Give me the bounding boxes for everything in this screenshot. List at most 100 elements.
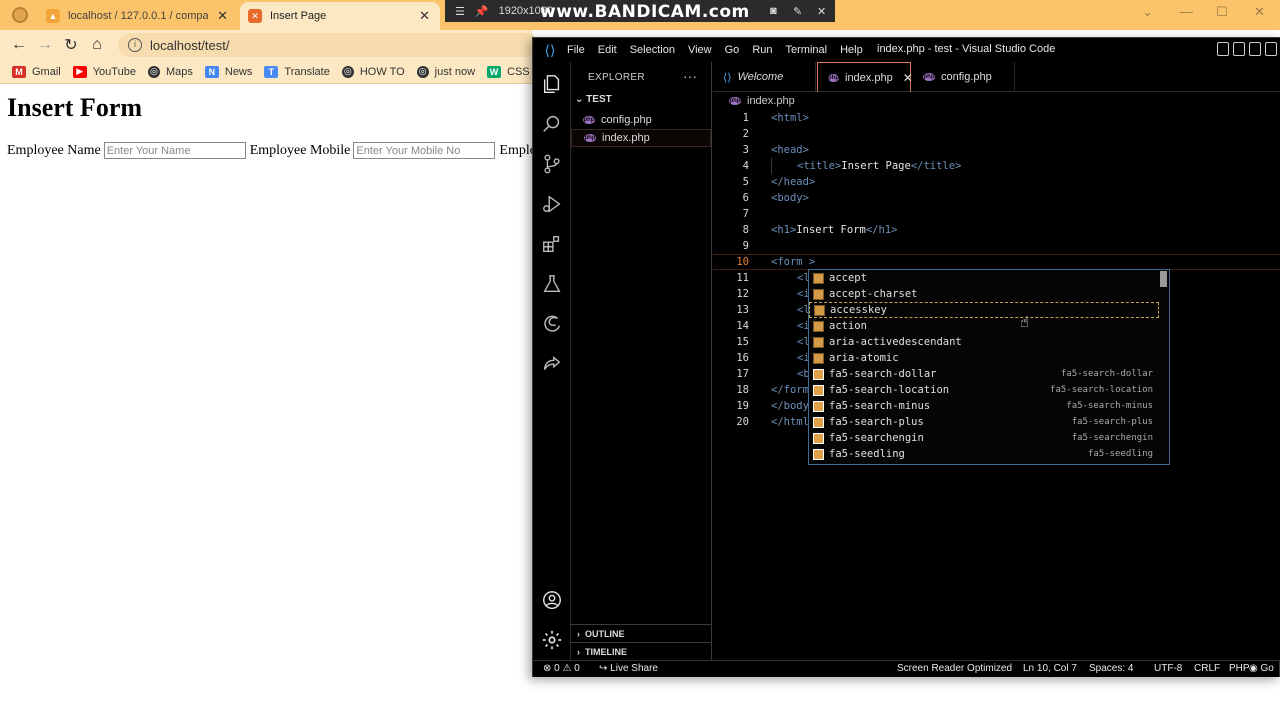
tab-insert-page[interactable]: ✕ Insert Page ✕ [240,2,440,30]
bookmark-news[interactable]: N News [204,65,252,78]
line-number: 14 [736,320,749,332]
run-debug-icon[interactable] [533,184,571,224]
code-text: <h1>Insert Form</h1> [771,224,898,236]
menu-icon[interactable]: ☰ [455,5,465,18]
menu-go[interactable]: Go [725,44,740,56]
close-icon[interactable]: ✕ [903,71,913,85]
customize-layout-icon[interactable] [1265,42,1277,56]
menu-view[interactable]: View [688,44,712,56]
extensions-icon[interactable] [533,224,571,264]
bookmark-youtube[interactable]: ▶ YouTube [72,65,136,78]
employee-mobile-input[interactable] [353,142,496,159]
code-line: 4 <title>Insert Page</title> [713,158,1280,174]
account-icon[interactable] [533,580,571,620]
forward-arrow-icon[interactable]: → [32,36,58,54]
screen-reader-status[interactable]: Screen Reader Optimized [897,663,1012,674]
testing-flask-icon[interactable] [533,264,571,304]
indentation[interactable]: Spaces: 4 [1089,663,1133,674]
scrollbar[interactable] [1160,271,1167,287]
suggestion-item[interactable]: action [809,318,1159,334]
address-bar[interactable]: i localhost/test/ [118,33,538,57]
suggestion-item[interactable]: accept [809,270,1159,286]
outline-section[interactable]: › OUTLINE [571,624,711,642]
bookmark-gmail[interactable]: M Gmail [12,65,61,78]
file-index-php[interactable]: php index.php [571,129,711,147]
suggestion-item[interactable]: fa5-search-minus fa5-search-minus [809,398,1159,414]
address-text[interactable]: localhost/test/ [150,38,230,53]
phpmyadmin-icon: ▲ [46,9,60,23]
suggestion-item[interactable]: fa5-search-plus fa5-search-plus [809,414,1159,430]
suggestion-item[interactable]: accept-charset [809,286,1159,302]
reload-icon[interactable]: ↻ [58,35,84,55]
code-line: 5 </head> [713,174,1280,190]
folder-test[interactable]: ⌄ TEST [575,94,612,105]
bookmark-maps[interactable]: ◎ Maps [147,65,193,78]
cursor-position[interactable]: Ln 10, Col 7 [1023,663,1077,674]
activity-bar [533,62,571,660]
more-actions-icon[interactable]: ··· [683,68,697,84]
line-ending[interactable]: CRLF [1194,663,1220,674]
maximize-icon[interactable]: ☐ [1216,4,1228,20]
suggestion-item-selected[interactable]: accesskey [809,302,1159,318]
gear-icon[interactable] [533,620,571,660]
snippet-icon [813,432,824,444]
close-tab-icon[interactable]: ✕ [217,8,228,24]
chevron-down-icon[interactable]: ⌄ [1142,4,1153,20]
bookmark-just-now[interactable]: ◎ just now [416,65,475,78]
live-share-icon[interactable] [533,344,571,384]
problems-indicator[interactable]: ⊗ 0 ⚠ 0 [543,663,580,674]
close-tab-icon[interactable]: ✕ [419,8,430,24]
suggestion-item[interactable]: aria-atomic [809,350,1159,366]
go-live-status[interactable]: ◉ Go [1249,663,1274,674]
menu-selection[interactable]: Selection [630,44,675,56]
menu-file[interactable]: File [567,44,585,56]
suggestion-item[interactable]: fa5-search-dollar fa5-search-dollar [809,366,1159,382]
live-share-status[interactable]: ↪ Live Share [599,663,658,674]
close-window-icon[interactable]: ✕ [1254,4,1265,20]
info-icon[interactable]: i [128,38,142,52]
menu-terminal[interactable]: Terminal [786,44,828,56]
tab-label: index.php [845,71,893,84]
browser-menu-icon[interactable] [12,7,28,23]
bookmark-translate[interactable]: T Translate [264,65,330,78]
menu-edit[interactable]: Edit [598,44,617,56]
employee-name-input[interactable] [103,142,246,159]
chevron-right-icon: › [577,628,580,639]
layout-controls [1217,42,1280,56]
minimize-icon[interactable]: — [1180,4,1193,19]
close-icon[interactable]: ✕ [817,5,826,18]
warning-icon: ⚠ [562,663,572,674]
breadcrumb[interactable]: php index.php [729,95,795,107]
tab-config-php[interactable]: php config.php [913,62,1015,92]
menu-run[interactable]: Run [752,44,772,56]
home-icon[interactable]: ⌂ [84,36,110,54]
search-icon[interactable] [533,104,571,144]
tab-index-php[interactable]: php index.php ✕ [817,62,913,92]
encoding[interactable]: UTF-8 [1154,663,1182,674]
pin-icon[interactable]: 📌 [475,5,489,18]
timeline-section[interactable]: › TIMELINE [571,642,711,660]
toggle-panel-icon[interactable] [1233,42,1245,56]
toggle-sidebar-icon[interactable] [1217,42,1229,56]
suggestion-item[interactable]: fa5-search-location fa5-search-location [809,382,1159,398]
menu-help[interactable]: Help [840,44,863,56]
section-label: OUTLINE [585,628,625,639]
camera-icon[interactable]: ◙ [770,5,777,17]
file-config-php[interactable]: php config.php [571,111,711,129]
language-mode[interactable]: PHP [1229,663,1250,674]
recorder-watermark: www.BANDICAM.com [540,2,750,22]
suggestion-item[interactable]: fa5-seedling fa5-seedling [809,446,1159,462]
error-count: 0 [554,663,560,674]
tab-welcome[interactable]: ⟨⟩ Welcome [713,62,816,92]
back-arrow-icon[interactable]: ← [6,36,32,54]
explorer-icon[interactable] [533,64,571,104]
suggestion-item[interactable]: aria-activedescendant [809,334,1159,350]
code-line: 3 <head> [713,142,1280,158]
toggle-secondary-sidebar-icon[interactable] [1249,42,1261,56]
source-control-icon[interactable] [533,144,571,184]
edge-icon[interactable] [533,304,571,344]
suggestion-item[interactable]: fa5-searchengin fa5-searchengin [809,430,1159,446]
bookmark-how-to[interactable]: ◎ HOW TO [341,65,405,78]
pencil-icon[interactable]: ✎ [793,5,802,18]
tab-phpmyadmin[interactable]: ▲ localhost / 127.0.0.1 / company / ✕ [38,2,238,30]
